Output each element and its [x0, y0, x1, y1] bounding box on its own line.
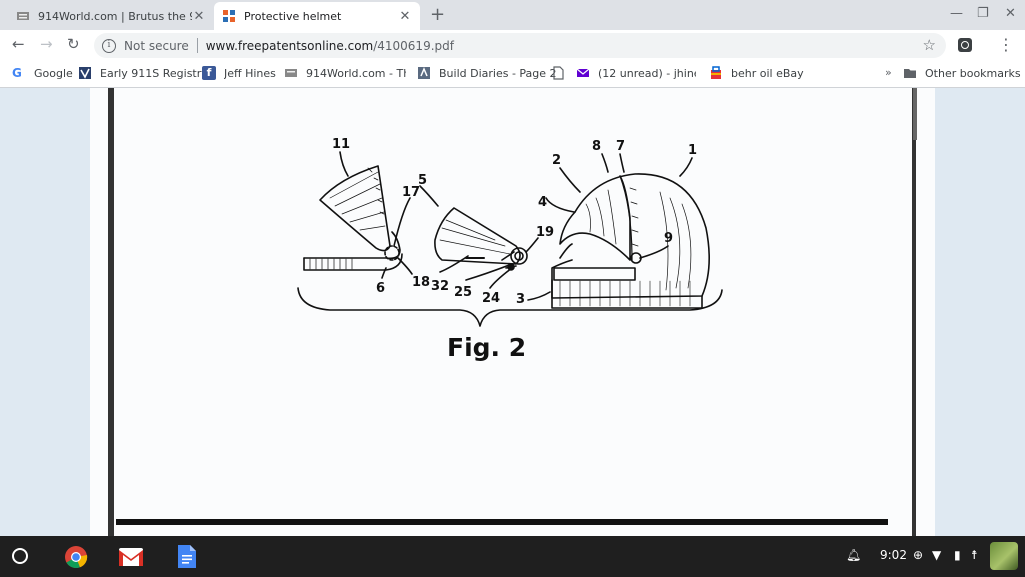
gmail-icon[interactable] [118, 547, 144, 567]
label-18: 18 [412, 275, 430, 290]
restore-icon[interactable]: ❐ [977, 6, 989, 21]
chrome-icon[interactable] [64, 545, 88, 569]
tab-protective-helmet[interactable]: Protective helmet ✕ [214, 2, 420, 30]
close-window-icon[interactable]: ✕ [1005, 6, 1016, 21]
bookmark-build-diaries[interactable]: Build Diaries - Page 2 [417, 66, 557, 80]
bookmark-behr-oil[interactable]: behr oil eBay [709, 66, 804, 80]
bookmarks-bar: G Google Early 911S Registry f Jeff Hine… [0, 61, 1025, 88]
avatar[interactable] [990, 542, 1018, 570]
label-11: 11 [332, 137, 350, 152]
site-icon [285, 69, 297, 77]
url-path: /4100619.pdf [373, 38, 454, 53]
site-icon [418, 67, 430, 79]
menu-dots-icon[interactable]: ⋮ [998, 35, 1014, 54]
battery-icon[interactable]: ▮ [954, 548, 961, 562]
label-24: 24 [482, 291, 500, 306]
bookmarks-overflow-button[interactable]: » [885, 66, 892, 79]
label-4: 4 [538, 195, 547, 210]
brace [297, 287, 723, 327]
tab-strip: 914World.com | Brutus the 916 to ✕ Prote… [0, 0, 1025, 30]
bookmark-jeff-hines[interactable]: f Jeff Hines [202, 66, 276, 80]
docs-icon[interactable] [177, 544, 197, 569]
bookmark-star-icon[interactable]: ☆ [923, 36, 936, 54]
close-tab-icon[interactable]: ✕ [192, 9, 206, 24]
helmet-shell-part [551, 173, 710, 309]
extension-icon[interactable] [958, 38, 972, 52]
label-8: 8 [592, 139, 601, 154]
label-1: 1 [688, 143, 697, 158]
label-9: 9 [664, 231, 673, 246]
url-host: www.freepatentsonline.com [205, 38, 374, 53]
browser-toolbar: ← → ↻ i Not secure www.freepatentsonline… [0, 30, 1025, 61]
facebook-icon: f [202, 66, 216, 80]
label-32: 32 [431, 279, 449, 294]
security-status: Not secure [124, 38, 189, 53]
wifi-icon[interactable]: ▼ [932, 548, 941, 562]
label-3: 3 [516, 292, 525, 307]
accessibility-icon[interactable]: ☨ [971, 548, 978, 562]
forward-arrow-icon[interactable]: → [40, 35, 53, 53]
label-2: 2 [552, 153, 561, 168]
address-bar[interactable]: i Not secure www.freepatentsonline.com/4… [94, 33, 946, 58]
clock-time[interactable]: 9:02 [880, 548, 907, 562]
new-tab-button[interactable]: + [430, 4, 445, 25]
notification-bell-icon[interactable]: 🔔︎ [846, 548, 861, 562]
sync-status-icon[interactable]: ⊕ [913, 548, 923, 562]
tab-914world[interactable]: 914World.com | Brutus the 916 to ✕ [8, 2, 214, 30]
label-7: 7 [616, 139, 625, 154]
bookmark-google[interactable]: G Google [12, 66, 73, 80]
label-6: 6 [376, 281, 385, 296]
ebay-icon [711, 66, 721, 79]
reload-icon[interactable]: ↻ [67, 35, 80, 53]
pdf-viewer[interactable]: 11 17 6 18 5 19 32 25 24 3 8 7 1 2 4 9 F… [0, 88, 1025, 536]
bookmark-page[interactable] [551, 66, 573, 80]
info-icon[interactable]: i [102, 38, 116, 53]
page-rule [116, 519, 888, 525]
yahoo-mail-icon [576, 68, 590, 77]
launcher-icon[interactable] [12, 548, 28, 564]
tab-title: 914World.com | Brutus the 916 to [38, 9, 192, 23]
bookmark-yahoo-mail[interactable]: (12 unread) - jhines9 [576, 66, 696, 80]
back-arrow-icon[interactable]: ← [12, 35, 25, 53]
registry-icon [79, 67, 91, 79]
tab-title: Protective helmet [244, 9, 342, 23]
page-icon [553, 66, 564, 80]
divider [196, 38, 198, 53]
minimize-icon[interactable]: — [950, 6, 963, 21]
google-icon: G [12, 66, 22, 80]
os-shelf: 🔔︎ 9:02 ⊕ ▼ ▮ ☨ [0, 536, 1025, 577]
other-bookmarks-folder[interactable]: Other bookmarks [903, 66, 1021, 80]
label-5: 5 [418, 173, 427, 188]
figure-caption: Fig. 2 [447, 333, 526, 362]
folder-icon [904, 69, 916, 78]
bookmark-early-911s[interactable]: Early 911S Registry [78, 66, 208, 80]
visor-part [303, 165, 403, 271]
patent-figure: 11 17 6 18 5 19 32 25 24 3 8 7 1 2 4 9 F… [297, 137, 723, 362]
chin-guard-part [434, 207, 528, 271]
bookmark-914world[interactable]: 914World.com - The [284, 66, 406, 80]
label-19: 19 [536, 225, 554, 240]
label-25: 25 [454, 285, 472, 300]
scrollbar[interactable] [913, 88, 917, 140]
freepatentsonline-favicon-icon [223, 10, 235, 22]
site-favicon-icon [17, 12, 29, 20]
close-tab-icon[interactable]: ✕ [398, 9, 412, 24]
